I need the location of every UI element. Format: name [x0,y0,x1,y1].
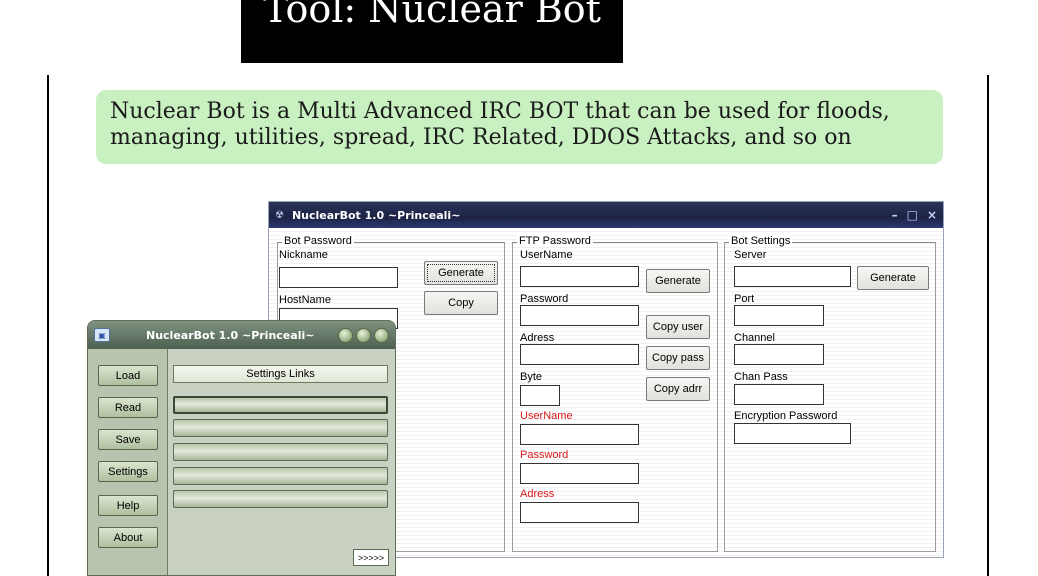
link-field-1[interactable] [173,396,388,414]
main-window-title: NuclearBot 1.0 ~Princeali~ [291,208,461,222]
hostname-label: HostName [279,294,331,306]
ftp-adress-label: Adress [520,332,555,344]
next-page-button[interactable]: >>>>> [353,549,389,566]
nuclearbot-skin-window: ▣ NuclearBot 1.0 ~Princeali~ Load Read S… [87,320,396,576]
ftp-username-field[interactable] [520,266,639,287]
description-callout: Nuclear Bot is a Multi Advanced IRC BOT … [96,90,943,164]
ftp-password-field[interactable] [520,305,639,326]
skin-sidebar: Load Read Save Settings Help About [88,349,168,575]
skin-window-title: NuclearBot 1.0 ~Princeali~ [146,328,315,342]
skin-app-icon: ▣ [94,328,110,342]
channel-field[interactable] [734,344,824,365]
out-username-label: UserName [520,410,573,422]
slide-border-left [47,75,49,576]
save-label: Save [115,433,141,446]
bot-settings-legend: Bot Settings [729,235,793,247]
copy-adr-button[interactable]: Copy adrr [646,377,710,401]
load-label: Load [115,369,141,382]
skin-minimize-icon[interactable] [338,327,353,343]
copy-user-label: Copy user [652,321,704,333]
encryption-password-label: Encryption Password [734,410,838,422]
ftp-username-label: UserName [520,249,573,261]
main-window-titlebar[interactable]: ☢ NuclearBot 1.0 ~Princeali~ – □ × [269,202,943,228]
link-field-2[interactable] [173,419,388,437]
bot-settings-group: Bot Settings Server Generate Port Channe… [724,235,936,552]
bot-copy-button[interactable]: Copy [424,291,498,315]
maximize-icon[interactable]: □ [907,208,918,222]
out-adress-label: Adress [520,488,555,500]
settings-generate-label: Generate [870,272,916,284]
ftp-password-group: FTP Password UserName Generate Password … [512,235,718,552]
skin-close-icon[interactable] [374,327,389,343]
settings-label: Settings [108,465,148,478]
bot-generate-button[interactable]: Generate [424,261,498,285]
nickname-label: Nickname [279,249,328,261]
ftp-adress-field[interactable] [520,344,639,365]
link-field-3[interactable] [173,443,388,461]
copy-user-button[interactable]: Copy user [646,315,710,339]
link-field-5[interactable] [173,490,388,508]
read-label: Read [114,401,142,414]
skin-window-titlebar[interactable]: ▣ NuclearBot 1.0 ~Princeali~ [88,321,395,349]
bot-copy-label: Copy [448,297,474,309]
server-field[interactable] [734,266,851,287]
nickname-field[interactable] [279,267,398,288]
link-field-4[interactable] [173,467,388,485]
help-label: Help [116,499,140,512]
copy-pass-button[interactable]: Copy pass [646,346,710,370]
bot-password-legend: Bot Password [282,235,354,247]
next-page-label: >>>>> [357,552,385,563]
minimize-icon[interactable]: – [892,208,898,222]
load-button[interactable]: Load [98,365,158,386]
chan-pass-label: Chan Pass [734,371,788,383]
about-button[interactable]: About [98,527,158,548]
port-label: Port [734,293,755,305]
slide-title-text: Tool: Nuclear Bot [263,0,601,31]
server-label: Server [734,249,767,261]
read-button[interactable]: Read [98,397,158,418]
ftp-password-label: Password [520,293,569,305]
copy-pass-label: Copy pass [652,352,704,364]
app-icon: ☢ [275,209,284,221]
channel-label: Channel [734,332,775,344]
settings-generate-button[interactable]: Generate [857,266,929,290]
out-password-field[interactable] [520,463,639,484]
close-icon[interactable]: × [927,208,937,222]
out-adress-field[interactable] [520,502,639,523]
ftp-generate-label: Generate [655,275,701,287]
settings-links-label: Settings Links [246,368,315,380]
slide-title: Tool: Nuclear Bot [241,0,623,63]
slide-border-right [987,75,989,576]
ftp-generate-button[interactable]: Generate [646,269,710,293]
ftp-byte-field[interactable] [520,385,560,406]
port-field[interactable] [734,305,824,326]
out-password-label: Password [520,449,569,461]
skin-maximize-icon[interactable] [356,327,371,343]
copy-adr-label: Copy adrr [653,383,703,395]
settings-button[interactable]: Settings [98,461,158,482]
chan-pass-field[interactable] [734,384,824,405]
bot-generate-label: Generate [438,267,484,279]
about-label: About [113,531,143,544]
ftp-byte-label: Byte [520,371,543,383]
settings-links-header: Settings Links [173,365,388,383]
ftp-password-legend: FTP Password [517,235,593,247]
help-button[interactable]: Help [98,495,158,516]
encryption-password-field[interactable] [734,423,851,444]
save-button[interactable]: Save [98,429,158,450]
out-username-field[interactable] [520,424,639,445]
skin-main-panel: Settings Links >>>>> [168,349,395,575]
description-text: Nuclear Bot is a Multi Advanced IRC BOT … [110,99,890,150]
